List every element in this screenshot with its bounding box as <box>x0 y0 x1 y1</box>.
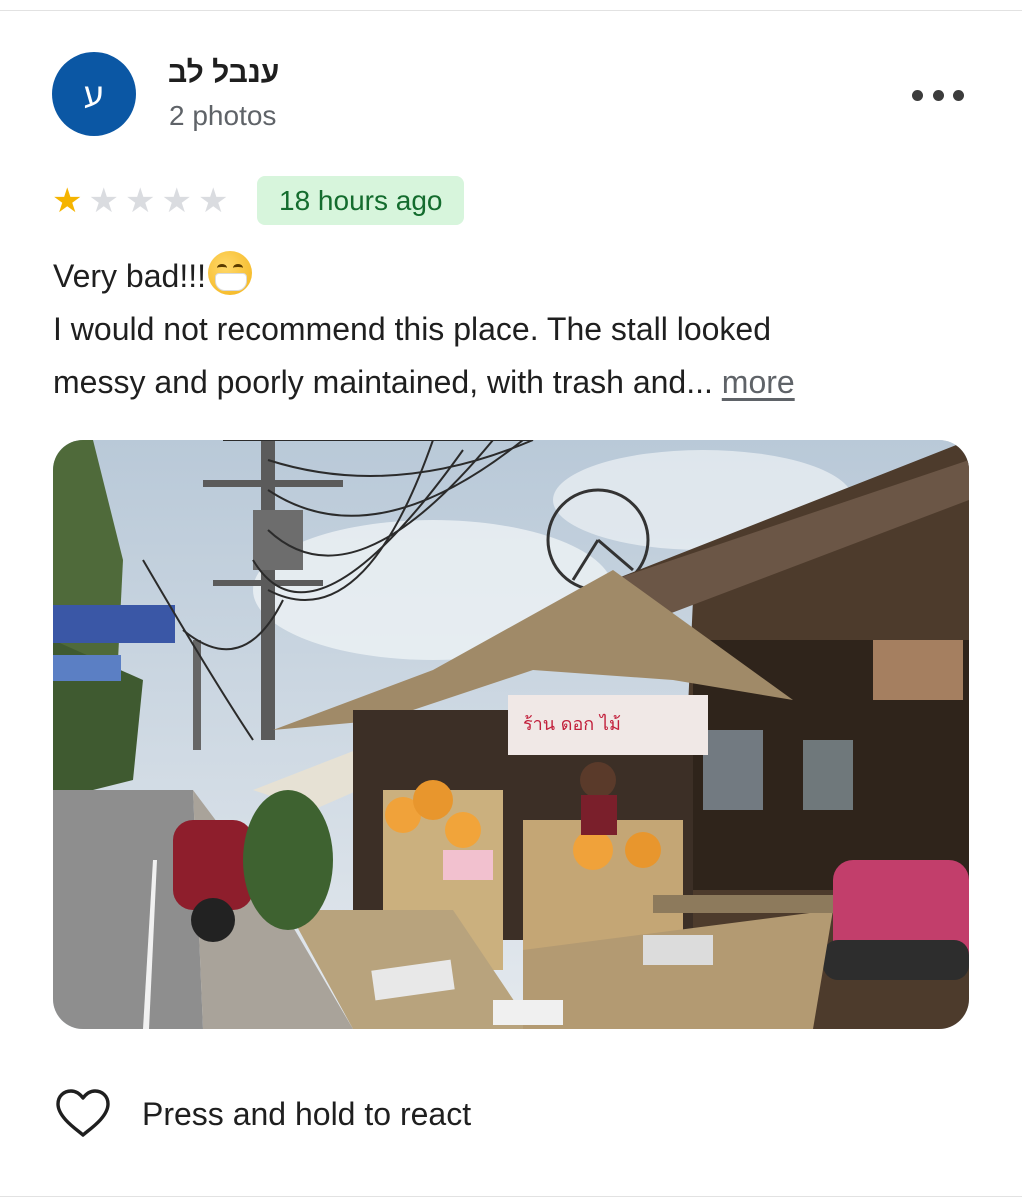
star-filled-icon: ★ <box>52 181 83 221</box>
photo-flower-stall: ร้าน ดอก ไม้ <box>53 440 969 1029</box>
review-text: Very bad!!! I would not recommend this p… <box>53 250 973 409</box>
mask-face-emoji-icon <box>207 251 252 295</box>
menu-dot <box>932 89 944 101</box>
review-photo[interactable]: ร้าน ดอก ไม้ <box>53 440 969 1029</box>
street-sign <box>53 605 175 643</box>
stall-sign-text: ร้าน ดอก ไม้ <box>523 713 621 735</box>
more-options-icon[interactable] <box>912 78 964 112</box>
star-empty-icon: ★ <box>125 181 156 221</box>
review-time-badge: 18 hours ago <box>257 176 465 225</box>
more-link[interactable]: more <box>722 364 795 400</box>
avatar[interactable]: ע <box>52 52 136 136</box>
menu-dot <box>912 89 923 101</box>
review-headline-line: Very bad!!! <box>53 250 973 303</box>
reviewer-name[interactable]: ענבל לב <box>168 56 279 90</box>
react-label: Press and hold to react <box>142 1095 472 1132</box>
star-empty-icon: ★ <box>161 181 192 221</box>
star-rating: ★ ★ ★ ★ ★ <box>52 180 235 222</box>
menu-dot <box>953 89 964 101</box>
bottom-divider <box>0 1196 1022 1197</box>
star-empty-icon: ★ <box>88 181 119 221</box>
heart-outline-icon <box>56 1089 110 1137</box>
star-empty-icon: ★ <box>198 181 229 221</box>
review-body-line-1: I would not recommend this place. The st… <box>53 311 772 347</box>
review-body-line-2-text: messy and poorly maintained, with trash … <box>53 364 713 400</box>
review-body-line-2: messy and poorly maintained, with trash … <box>53 356 973 409</box>
reviewer-photo-count: 2 photos <box>169 100 277 131</box>
review-headline: Very bad!!! <box>53 258 206 294</box>
react-button[interactable]: Press and hold to react <box>54 1088 471 1140</box>
top-divider <box>0 10 1022 11</box>
